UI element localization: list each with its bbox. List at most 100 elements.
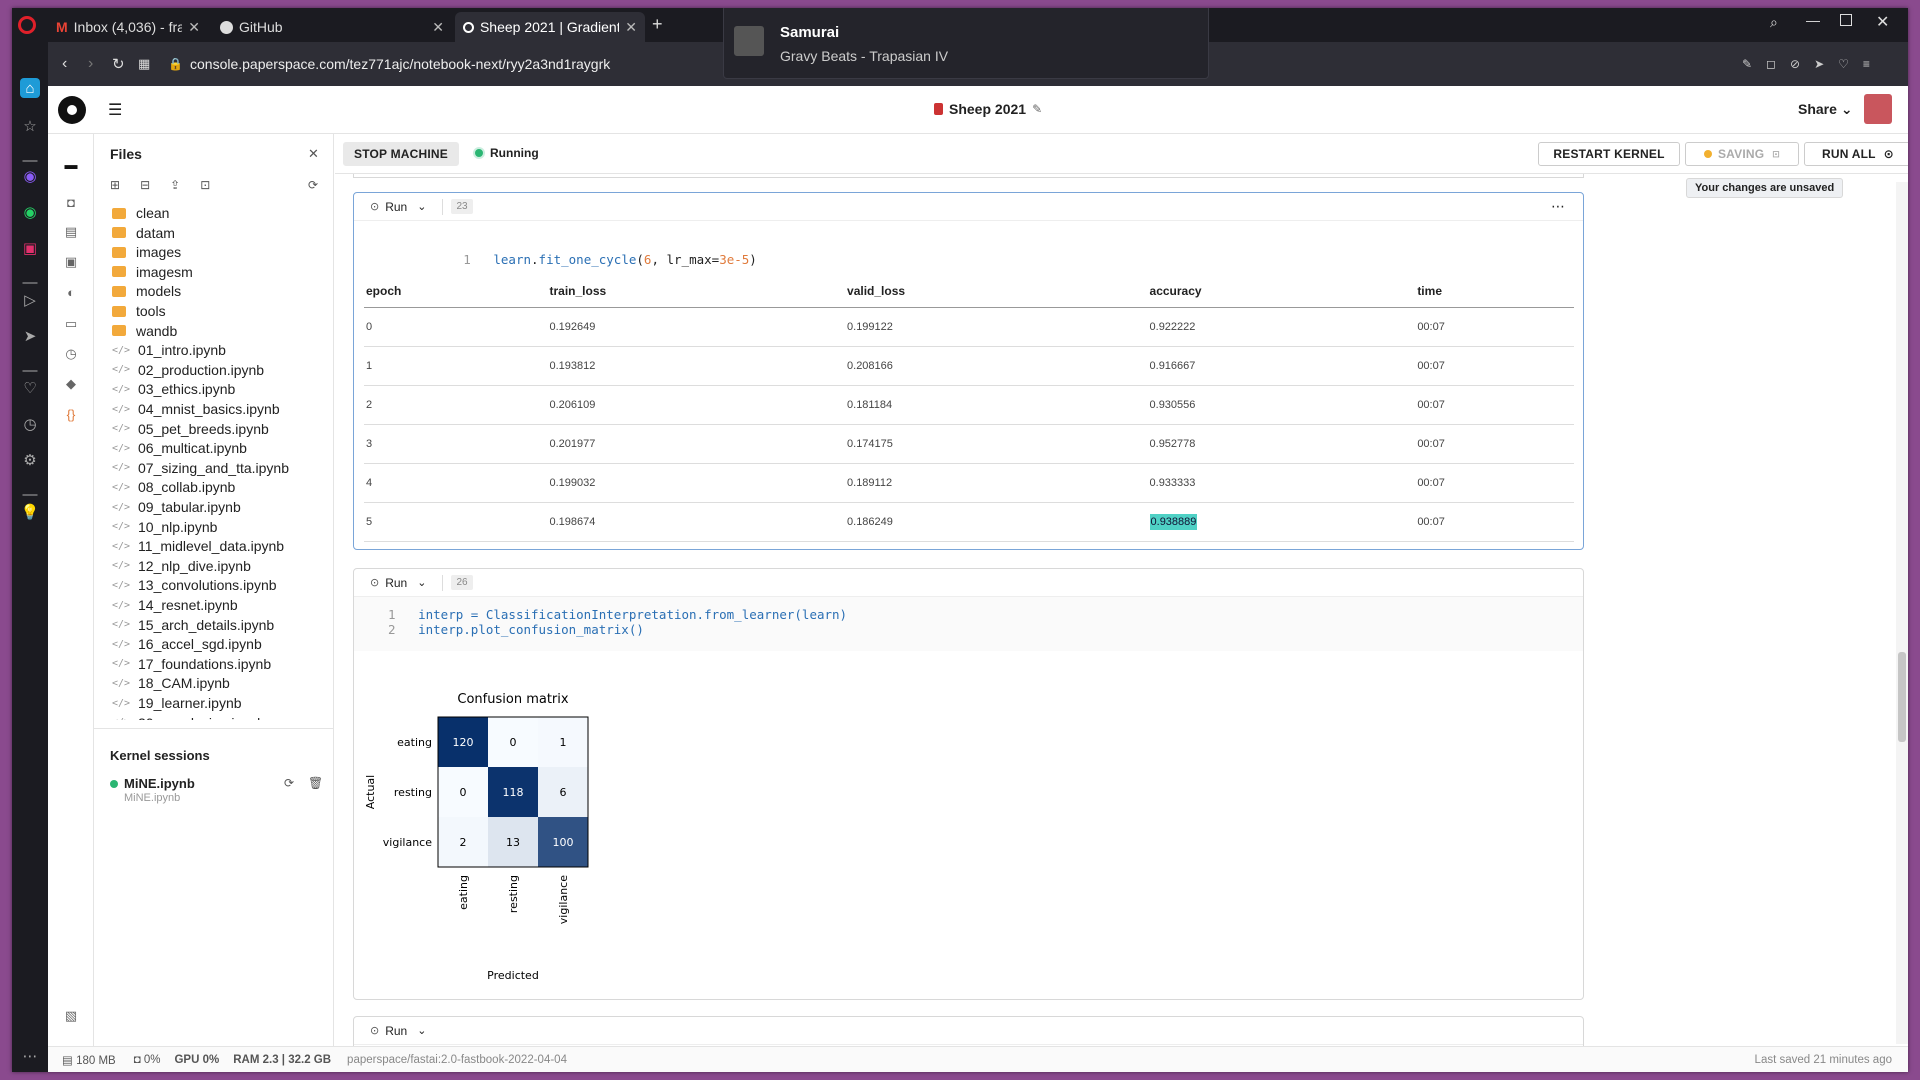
cell-value-label: 0 [460,786,467,799]
cell-toolbar: ⊙ Run ⌄ 26 [354,569,1583,597]
trash-icon[interactable]: 🗑 [308,776,323,790]
whatsapp-icon[interactable]: ◉ [20,202,40,222]
settings-icon[interactable]: ⚙ [20,450,40,470]
restart-kernel-icon[interactable]: ⟳ [284,776,294,790]
code-line-1: 1 interp = ClassificationInterpretation.… [388,607,848,622]
new-folder-icon[interactable]: ⊟ [140,178,150,192]
notebook-file-icon: </> [112,364,131,376]
refresh-icon[interactable]: ⟳ [308,178,318,192]
clock-icon[interactable]: ◷ [61,344,81,364]
tab-inbox[interactable]: M Inbox (4,036) - francis.fe ✕ [48,12,208,42]
search-tabs-icon[interactable]: ⌕ [1770,14,1778,31]
chevron-down-icon[interactable]: ⌄ [417,200,426,213]
code-cell[interactable]: ⊙ Run ⌄ [353,1016,1584,1046]
forward-icon[interactable]: › [88,55,93,73]
maximize-icon[interactable] [1840,14,1852,26]
file-name: 15_arch_details.ipynb [138,616,275,633]
run-button[interactable]: Run [385,1024,407,1038]
url-field[interactable]: console.paperspace.com/tez771ajc/noteboo… [190,56,610,72]
x-tick-label: eating [457,875,470,910]
send-icon[interactable]: ➤ [20,326,40,346]
back-icon[interactable]: ‹ [62,55,67,73]
saving-button[interactable]: SAVING ⊡ [1685,142,1799,166]
avatar[interactable] [1864,94,1892,124]
chevron-down-icon[interactable]: ⌄ [417,1024,426,1037]
file-actions: ⊞ ⊟ ⇪ ⊡ [110,178,210,192]
close-tab-icon[interactable]: ✕ [188,19,200,36]
tabs-grid-icon[interactable]: ▦ [138,56,150,72]
run-icon[interactable]: ⊙ [370,1024,379,1037]
star-icon[interactable]: ☆ [20,116,40,136]
browser-window: M Inbox (4,036) - francis.fe ✕ GitHub ✕ … [12,8,1908,1072]
paperspace-logo-icon[interactable] [58,96,86,124]
reload-icon[interactable]: ↻ [112,55,125,73]
y-tick-label: eating [397,736,432,749]
close-tab-icon[interactable]: ✕ [432,19,444,36]
stop-machine-button[interactable]: STOP MACHINE [343,142,459,166]
tab-notebook[interactable]: Sheep 2021 | Gradient ID ✕ [455,12,645,42]
media-player-popup[interactable]: Samurai Gravy Beats - Trapasian IV [723,8,1209,79]
chevron-down-icon[interactable]: ⌄ [417,576,426,589]
code-area[interactable]: 1 interp = ClassificationInterpretation.… [354,597,1583,651]
more-options-icon[interactable]: ⋯ [1551,198,1565,215]
status-dot-icon [473,147,485,159]
tab-github[interactable]: GitHub ✕ [212,12,452,42]
file-item[interactable]: </> 20_conclusion.ipynb [112,712,265,720]
scrollbar[interactable] [1896,182,1908,1044]
heart-icon[interactable]: ♡ [20,378,40,398]
cell-value: 0.930556 [1149,398,1196,411]
instagram-icon[interactable]: ▣ [20,238,40,258]
files-icon[interactable]: ▬ [61,154,81,174]
run-icon[interactable]: ⊙ [370,200,379,213]
close-window-icon[interactable]: ✕ [1876,12,1889,32]
history-icon[interactable]: ◷ [20,414,40,434]
table-row: 2 0.206109 0.181184 0.930556 00:07 [364,385,1574,425]
home-icon[interactable]: ⌂ [20,78,40,98]
file-name: 12_nlp_dive.ipynb [138,557,251,574]
scroll-thumb[interactable] [1898,652,1906,742]
run-button[interactable]: Run [385,576,407,590]
code-cell[interactable]: ⊙ Run ⌄ 23 ⋯ 1 learn.fit_one_cycle(6, lr… [353,192,1584,550]
lightbulb-icon[interactable]: 💡 [20,502,40,522]
chart-icon[interactable]: ▣ [61,252,81,272]
hardware-icon[interactable]: ▧ [61,1006,81,1026]
divider-icon: — [22,485,38,503]
menu-icon[interactable]: ☰ [108,100,122,120]
new-tab-button[interactable]: + [652,14,663,35]
chip-icon[interactable]: ◘ [61,192,81,212]
opera-logo-icon[interactable] [18,16,36,34]
run-all-button[interactable]: RUN ALL ⊙ [1804,142,1908,166]
upload-icon[interactable]: ⇪ [170,178,180,192]
database-icon[interactable]: ▤ [61,222,81,242]
player-icon[interactable]: ▷ [20,290,40,310]
table-row: 5 0.198674 0.186249 0.938889 00:07 [364,502,1574,542]
layers-icon[interactable]: ◐ [61,282,81,302]
saving-dot-icon [1703,150,1712,158]
edit-title-icon[interactable]: ✎ [1032,102,1042,116]
terminal-icon[interactable]: ▭ [61,314,81,334]
code-cell[interactable]: ⊙ Run ⌄ 26 1 interp = ClassificationInte… [353,568,1584,1000]
minimize-icon[interactable]: — [1806,12,1820,28]
new-file-icon[interactable]: ⊞ [110,178,120,192]
kernel-status-dot [110,780,118,788]
run-icon[interactable]: ⊙ [370,576,379,589]
kernel-name[interactable]: MiNE.ipynb [124,776,195,791]
file-name: 13_convolutions.ipynb [138,577,277,594]
upload-folder-icon[interactable]: ⊡ [200,178,210,192]
file-name: images [136,244,182,261]
messenger-icon[interactable]: ◉ [20,166,40,186]
folder-icon [112,285,126,297]
table-cell: 0.192649 [547,307,846,347]
vscode-icon[interactable]: ◆ [61,374,81,394]
more-icon[interactable]: ⋯ [20,1046,40,1066]
notebook-title[interactable]: Sheep 2021 ✎ [934,101,1042,117]
last-saved: Last saved 21 minutes ago [1754,1053,1892,1066]
close-panel-icon[interactable]: ✕ [308,146,319,162]
browser-actions-icons[interactable]: ✎◻⊘➤♡≡ [1742,57,1884,71]
braces-icon[interactable]: {} [61,404,81,424]
close-tab-icon[interactable]: ✕ [625,19,637,36]
restart-kernel-button[interactable]: RESTART KERNEL [1538,142,1680,166]
run-button[interactable]: Run [385,200,407,214]
share-button[interactable]: Share ⌄ [1798,101,1853,118]
column-header: valid_loss [845,275,1148,308]
